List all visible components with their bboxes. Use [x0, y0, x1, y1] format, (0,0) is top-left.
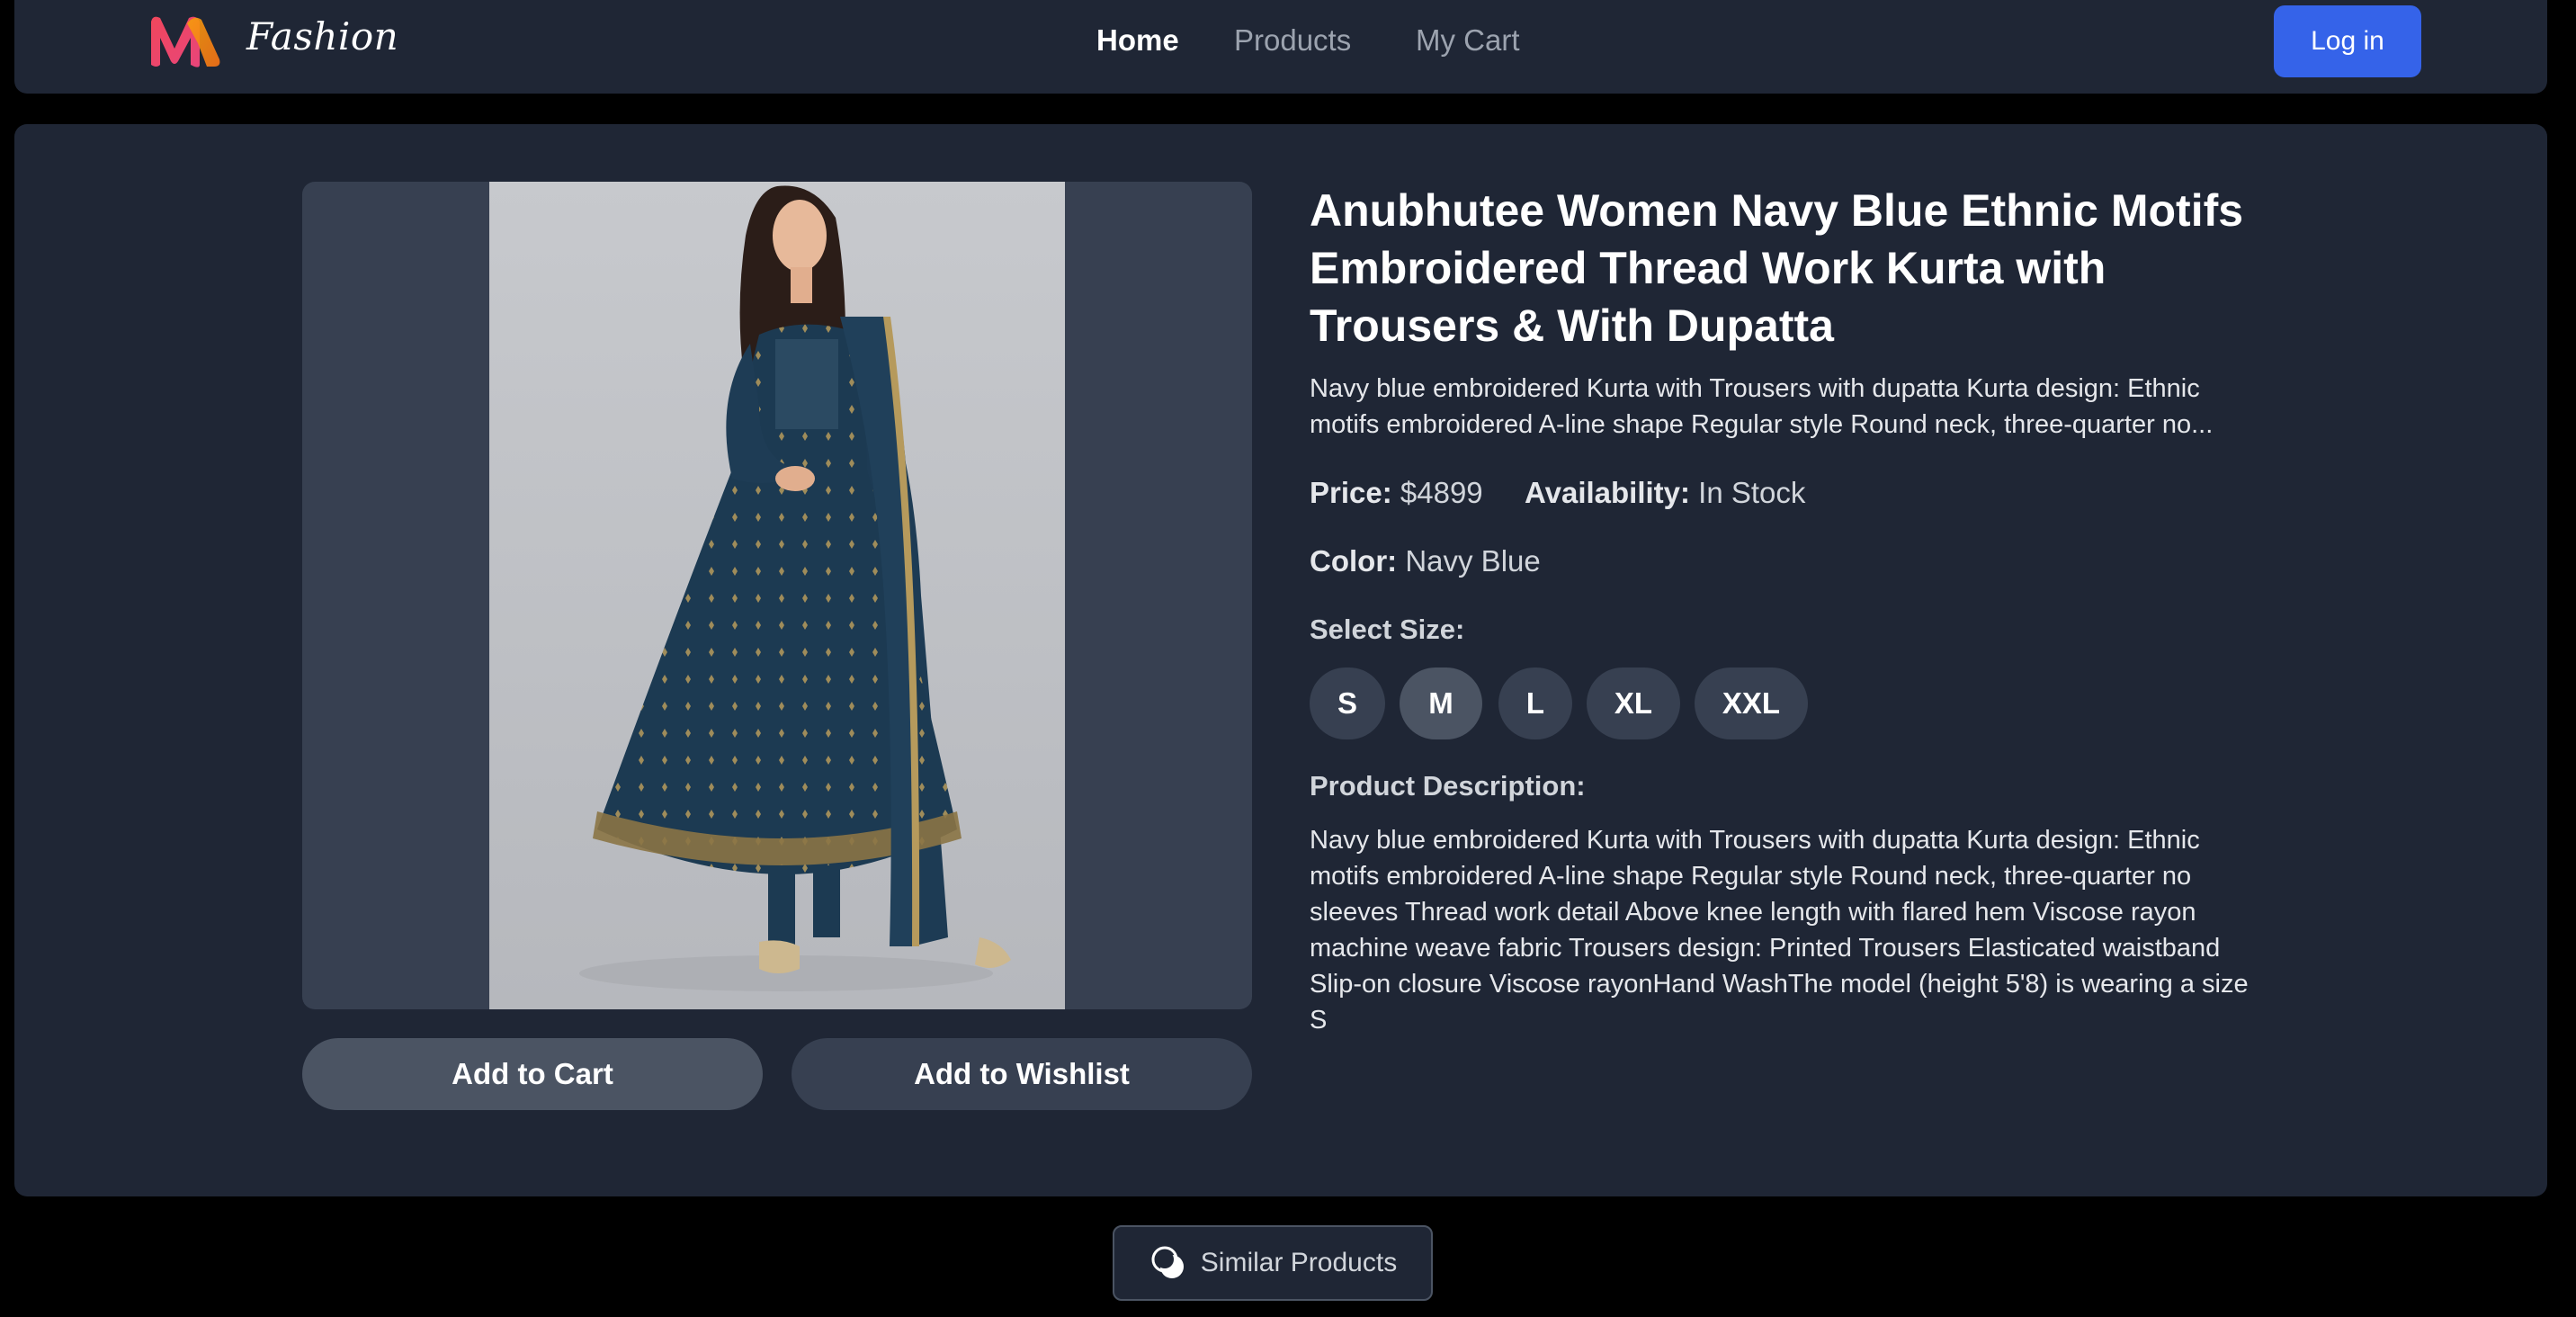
main-nav: Home Products My Cart: [14, 23, 2547, 59]
size-option-m[interactable]: M: [1400, 667, 1482, 739]
price-label: Price:: [1310, 476, 1392, 509]
product-description: Navy blue embroidered Kurta with Trouser…: [1310, 826, 2249, 1035]
add-to-wishlist-button[interactable]: Add to Wishlist: [792, 1038, 1252, 1110]
description-heading: Product Description:: [1310, 770, 1586, 802]
overlapping-circles-icon: [1151, 1246, 1184, 1278]
size-option-l[interactable]: L: [1498, 667, 1572, 739]
size-option-s[interactable]: S: [1310, 667, 1385, 739]
color-label: Color:: [1310, 544, 1398, 578]
availability-label: Availability:: [1525, 476, 1690, 509]
product-photo: [489, 182, 1065, 1009]
product-title: Anubhutee Women Navy Blue Ethnic Motifs …: [1310, 185, 2244, 351]
nav-products[interactable]: Products: [1234, 23, 1351, 58]
select-size-label: Select Size:: [1310, 614, 1465, 645]
color-value: Navy Blue: [1405, 544, 1541, 578]
availability-value: In Stock: [1698, 476, 1806, 509]
nav-my-cart[interactable]: My Cart: [1416, 23, 1520, 58]
login-button[interactable]: Log in: [2274, 5, 2421, 77]
product-short-description: Navy blue embroidered Kurta with Trouser…: [1310, 374, 2214, 439]
size-option-xl[interactable]: XL: [1587, 667, 1680, 739]
size-option-xxl[interactable]: XXL: [1695, 667, 1808, 739]
model-figure-image: [489, 182, 1065, 1009]
top-navbar: Fashion Home Products My Cart Log in: [14, 0, 2547, 94]
price-value: $4899: [1400, 476, 1483, 509]
product-image-container: [302, 182, 1252, 1009]
size-selector: S M L XL XXL: [1310, 667, 2263, 739]
similar-products-button[interactable]: Similar Products: [1113, 1225, 1433, 1301]
product-details: Anubhutee Women Navy Blue Ethnic Motifs …: [1310, 182, 2263, 1038]
product-detail-card: Add to Cart Add to Wishlist Anubhutee Wo…: [14, 124, 2547, 1196]
color-row: Color: Navy Blue: [1310, 543, 2263, 579]
nav-home[interactable]: Home: [1096, 23, 1179, 58]
similar-products-label: Similar Products: [1200, 1248, 1398, 1277]
price-availability-row: Price: $4899 Availability: In Stock: [1310, 475, 2263, 511]
add-to-cart-button[interactable]: Add to Cart: [302, 1038, 763, 1110]
